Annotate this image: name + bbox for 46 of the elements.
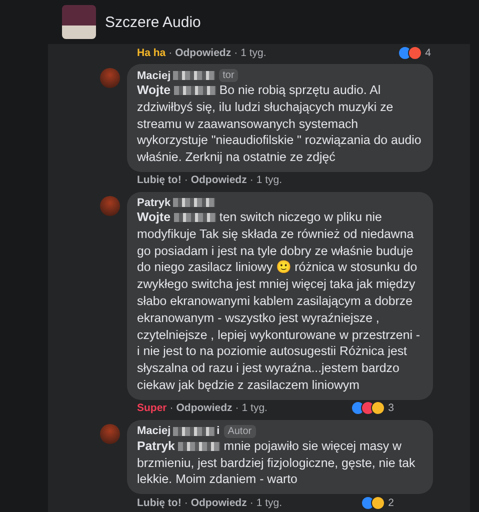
author-name[interactable]: Maciej	[137, 425, 171, 438]
separator-dot: ·	[184, 174, 188, 186]
comment-time: 1 tyg.	[256, 174, 282, 186]
comment-text: Patryk mnie pojawiło sie więcej masy w brzmieniu, jest bardziej fizjologiczne, gęste, nie tak lekkie. Moim zdaniem - warto	[137, 438, 416, 488]
comment-text: Wojte Bo nie robią sprzętu audio. Al zdziwiłbyś się, ilu ludzi słuchających muzyki ze streamu w zaawansowanych systemach wykorzystuje "nieaudiofilskie " rozwiązania do audio właśnie. Zerknij na ostatnie ze zdjęć	[137, 82, 422, 166]
avatar[interactable]	[100, 424, 120, 444]
avatar[interactable]	[100, 68, 120, 88]
separator-dot: ·	[250, 496, 254, 509]
reaction-count: 4	[425, 46, 431, 58]
reply-link[interactable]: Odpowiedz	[176, 402, 232, 414]
author-name[interactable]: Maciej	[137, 70, 171, 82]
mention-link[interactable]: Patryk	[137, 438, 175, 453]
reaction-count: 3	[388, 402, 394, 414]
comment-text: Wojte ten switch niczego w pliku nie modyfikuje Tak się składa ze również od niedawna go posiadam i jest na tyle dobry ze właśnie buduje do niego zasilacz liniowy 🙂 różnica w stosunku do zwykłego switcha jest mniej więcej taka jak między słabo ekranowanymi kablem zasilającym a dobrze ekranowanym - wszystko jest wyraźniejsze , czytelniejsze , lepiej wykonturowane w przestrzeni - i nie jest to na poziomie autosugestii Różnica jest słyszalna od razu i jest wyraźna...jestem bardzo ciekaw jak będzie z zasilaczem liniowym	[137, 208, 422, 394]
page-title: Szczere Audio	[105, 14, 201, 30]
reply-link[interactable]: Odpowiedz	[175, 46, 232, 58]
avatar[interactable]	[100, 196, 120, 216]
redaction-block	[172, 426, 215, 436]
separator-dot: ·	[235, 402, 239, 414]
redaction-block	[174, 86, 216, 96]
author-badge: Autor	[224, 424, 256, 438]
page-photo-placeholder	[62, 5, 96, 39]
reaction-link[interactable]: Ha ha	[137, 46, 166, 58]
separator-dot: ·	[234, 46, 238, 58]
mention-link[interactable]: Wojte	[137, 210, 170, 224]
separator-dot: ·	[170, 402, 174, 414]
author-name[interactable]: Patryk	[137, 196, 171, 209]
author-badge: tor	[218, 69, 238, 82]
redaction-block	[178, 442, 220, 451]
separator-dot: ·	[250, 174, 254, 186]
redaction-block	[174, 213, 216, 222]
comment-time: 1 tyg.	[256, 496, 282, 509]
mention-link[interactable]: Wojte	[137, 83, 170, 97]
redaction-block	[172, 198, 215, 208]
reply-link[interactable]: Odpowiedz	[190, 174, 247, 186]
comment-time: 1 tyg.	[242, 402, 268, 414]
separator-dot: ·	[184, 496, 188, 509]
comment-time: 1 tyg.	[240, 46, 266, 58]
reply-link[interactable]: Odpowiedz	[190, 496, 247, 509]
author-name-fragment: i	[216, 425, 220, 438]
reaction-link[interactable]: Lubię to!	[137, 496, 182, 509]
reaction-count: 2	[388, 496, 394, 509]
reaction-link[interactable]: Super	[137, 402, 167, 414]
reaction-link[interactable]: Lubię to!	[137, 174, 182, 186]
separator-dot: ·	[168, 46, 172, 58]
redaction-block	[172, 71, 215, 80]
